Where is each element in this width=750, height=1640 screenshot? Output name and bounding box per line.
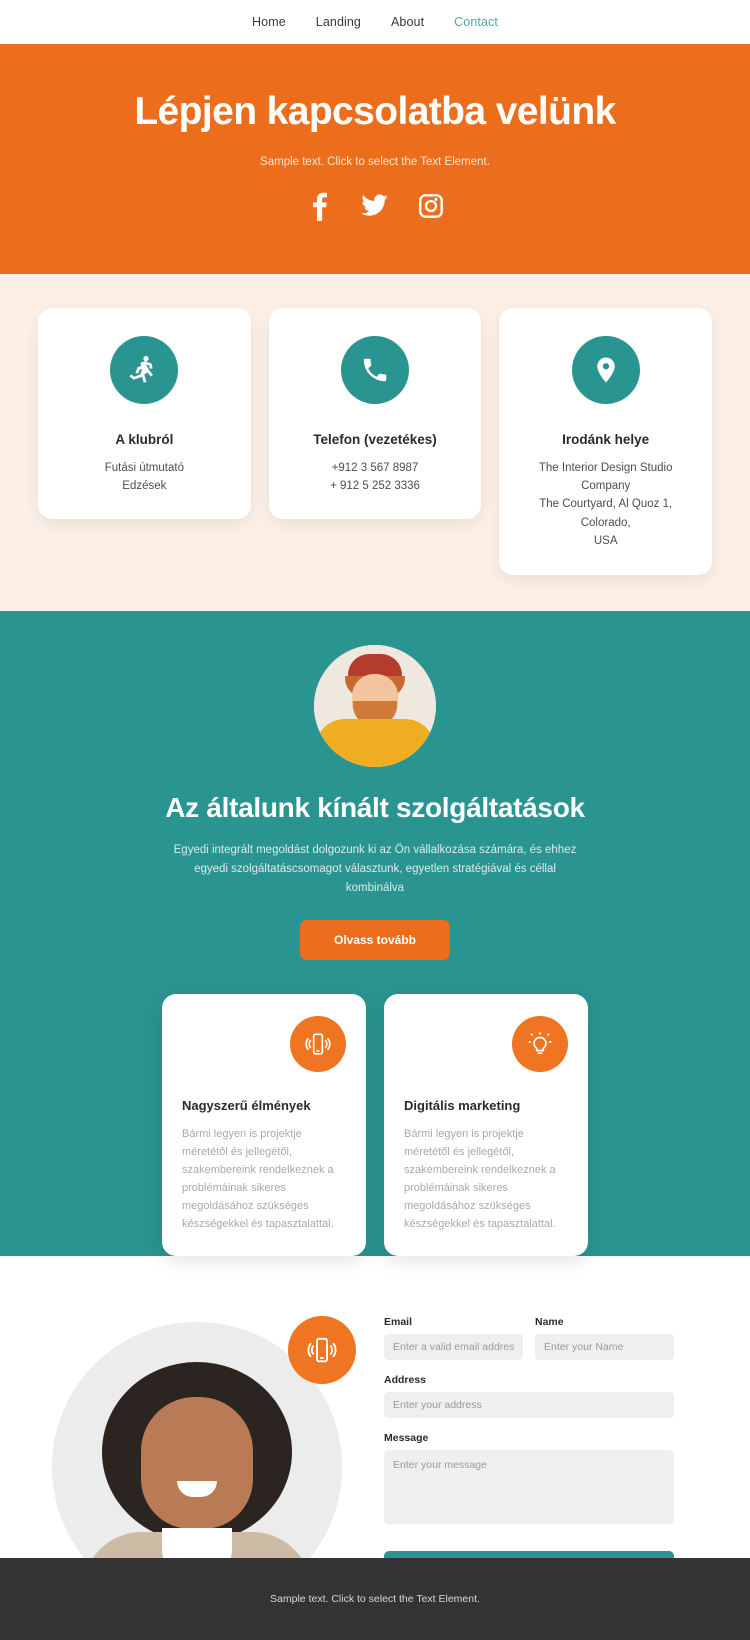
name-label: Name — [535, 1315, 564, 1328]
contact-card-body: The Interior Design Studio Company The C… — [513, 459, 698, 551]
nav-item-contact[interactable]: Contact — [454, 15, 498, 29]
contact-card-line: + 912 5 252 3336 — [330, 480, 420, 493]
footer-text: Sample text. Click to select the Text El… — [270, 1593, 480, 1605]
address-label: Address — [384, 1373, 427, 1386]
page-footer: Sample text. Click to select the Text El… — [0, 1558, 750, 1640]
mobile-vibrate-icon — [290, 1015, 346, 1072]
contact-card-line: +912 3 567 8987 — [331, 461, 419, 474]
nav-item-home[interactable]: Home — [252, 15, 286, 29]
instagram-icon[interactable] — [415, 190, 447, 222]
mobile-vibrate-icon — [288, 1315, 356, 1384]
read-more-button[interactable]: Olvass tovább — [299, 919, 451, 960]
service-card-title: Nagyszerű élmények — [182, 1097, 311, 1113]
nav-item-landing[interactable]: Landing — [316, 15, 361, 29]
services-description: Egyedi integrált megoldást dolgozunk ki … — [173, 843, 577, 894]
avatar — [314, 644, 436, 767]
contact-card-title: A klubról — [115, 431, 174, 447]
email-input[interactable] — [384, 1333, 523, 1360]
contact-card-line: Edzések — [122, 480, 167, 493]
nav-item-about[interactable]: About — [391, 15, 424, 29]
hero-section: Lépjen kapcsolatba velünk Sample text. C… — [0, 44, 750, 274]
contact-card-line: The Courtyard, Al Quoz 1, Colorado, — [539, 498, 673, 529]
name-field-group: Name — [535, 1316, 674, 1360]
contact-card-line: The Interior Design Studio Company — [538, 461, 673, 493]
hero-subtitle: Sample text. Click to select the Text El… — [260, 155, 490, 168]
contact-card-phone[interactable]: Telefon (vezetékes) +912 3 567 8987 + 91… — [268, 307, 482, 520]
contact-card-body: +912 3 567 8987 + 912 5 252 3336 — [283, 459, 468, 496]
contact-card-line: USA — [593, 535, 618, 548]
service-card-text: Bármi legyen is projektje méretétől és j… — [182, 1127, 334, 1231]
running-icon — [110, 335, 179, 404]
service-card-marketing[interactable]: Digitális marketing Bármi legyen is proj… — [384, 993, 588, 1256]
message-textarea[interactable] — [384, 1449, 674, 1524]
facebook-icon[interactable] — [303, 190, 335, 222]
email-field-group: Email — [384, 1316, 523, 1360]
contact-cards-section: A klubról Futási útmutató Edzések Telefo… — [0, 273, 750, 611]
message-field-group: Message — [384, 1432, 674, 1529]
contact-card-club[interactable]: A klubról Futási útmutató Edzések — [38, 307, 251, 520]
location-pin-icon — [571, 335, 640, 404]
name-input[interactable] — [535, 1333, 674, 1360]
twitter-icon[interactable] — [359, 190, 391, 222]
contact-card-office[interactable]: Irodánk helye The Interior Design Studio… — [499, 307, 713, 575]
page-title: Lépjen kapcsolatba velünk — [134, 90, 616, 133]
main-navigation: Home Landing About Contact — [0, 0, 750, 44]
services-title: Az általunk kínált szolgáltatások — [165, 791, 585, 823]
contact-card-line: Futási útmutató — [104, 461, 184, 474]
email-label: Email — [384, 1315, 413, 1328]
contact-card-title: Telefon (vezetékes) — [313, 431, 437, 447]
lightbulb-icon — [512, 1015, 568, 1072]
contact-card-body: Futási útmutató Edzések — [52, 459, 237, 496]
contact-card-title: Irodánk helye — [562, 431, 650, 447]
address-field-group: Address — [384, 1374, 674, 1418]
social-links — [30, 190, 720, 222]
service-card-title: Digitális marketing — [404, 1097, 521, 1113]
service-card-text: Bármi legyen is projektje méretétől és j… — [404, 1127, 556, 1231]
service-card-experiences[interactable]: Nagyszerű élmények Bármi legyen is proje… — [162, 993, 366, 1256]
phone-icon — [341, 335, 409, 404]
services-section: Az általunk kínált szolgáltatások Egyedi… — [0, 610, 750, 1256]
address-input[interactable] — [384, 1391, 674, 1418]
message-label: Message — [384, 1431, 429, 1444]
